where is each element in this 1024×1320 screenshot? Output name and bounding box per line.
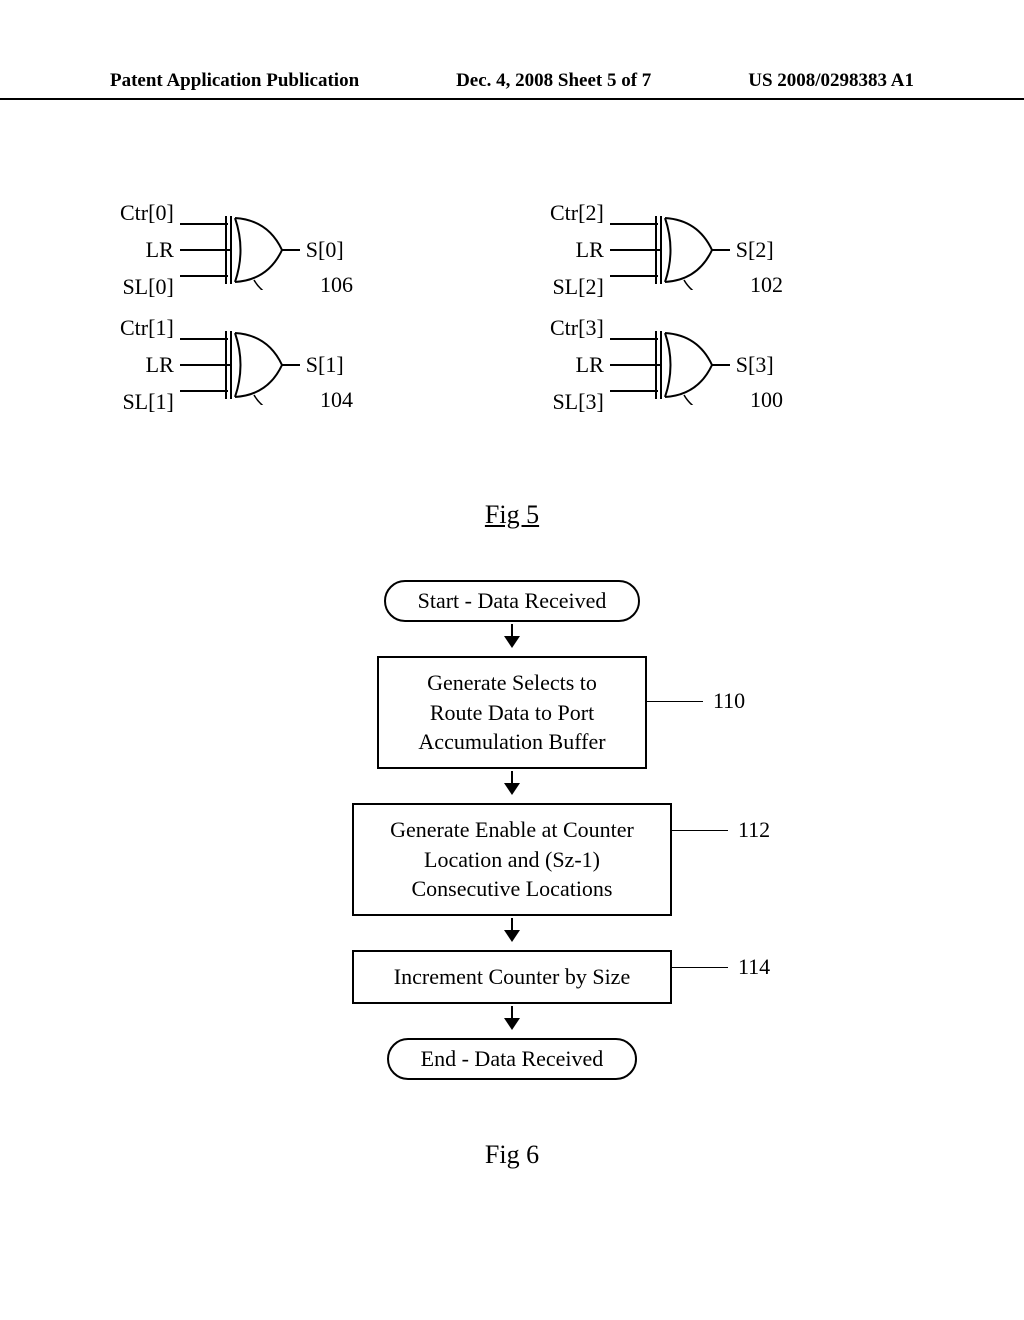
gate-3-out: S[3] [736,352,774,378]
step1-line3: Accumulation Buffer [418,729,605,754]
fig5-caption: Fig 5 [485,500,539,529]
gate-2-in1: Ctr[2] [550,200,604,226]
step1-line1: Generate Selects to [427,670,597,695]
gate-2-in2: LR [576,237,604,263]
flowchart-end: End - Data Received [387,1038,638,1080]
or-gate-icon [610,325,730,405]
step3-ref: 114 [738,954,770,980]
header-right: US 2008/0298383 A1 [748,70,914,92]
or-gate-icon [180,210,300,290]
gate-0-in1: Ctr[0] [120,200,174,226]
flowchart-step-1: Generate Selects to Route Data to Port A… [377,656,647,769]
gate-0-out: S[0] [306,237,344,263]
gate-3-in2: LR [576,352,604,378]
or-gate-icon [180,325,300,405]
gate-2: Ctr[2] LR SL[2] S[2] 102 [550,200,774,300]
step3-line1: Increment Counter by Size [394,964,630,989]
gate-0: Ctr[0] LR SL[0] S[0] 106 [120,200,344,300]
callout-line-icon [647,701,703,702]
figure-5: Ctr[0] LR SL[0] S[0] 106 [110,200,914,530]
flowchart-step-3: Increment Counter by Size [352,950,672,1004]
gate-3-in1: Ctr[3] [550,315,604,341]
step2-line3: Consecutive Locations [411,876,612,901]
step2-line2: Location and (Sz-1) [424,847,600,872]
gate-1-out: S[1] [306,352,344,378]
gate-1-ref: 104 [320,387,353,413]
arrow-down-icon [511,771,513,793]
gate-1-in1: Ctr[1] [120,315,174,341]
fig6-caption: Fig 6 [485,1140,539,1169]
figure-6: Start - Data Received Generate Selects t… [110,580,914,1170]
flowchart-start: Start - Data Received [384,580,641,622]
callout-line-icon [672,830,728,831]
gate-1-in3: SL[1] [122,389,173,415]
arrow-down-icon [511,624,513,646]
page-header: Patent Application Publication Dec. 4, 2… [0,70,1024,100]
gate-2-ref: 102 [750,272,783,298]
step2-line1: Generate Enable at Counter [390,817,634,842]
gate-3: Ctr[3] LR SL[3] S[3] 100 [550,315,774,415]
step1-ref: 110 [713,688,745,714]
or-gate-icon [610,210,730,290]
gate-0-in2: LR [146,237,174,263]
gate-1-in2: LR [146,352,174,378]
gate-3-ref: 100 [750,387,783,413]
end-label: End - Data Received [421,1046,604,1071]
arrow-down-icon [511,1006,513,1028]
header-center: Dec. 4, 2008 Sheet 5 of 7 [456,70,651,92]
callout-line-icon [672,967,728,968]
step1-line2: Route Data to Port [430,700,594,725]
arrow-down-icon [511,918,513,940]
step2-ref: 112 [738,817,770,843]
gate-1: Ctr[1] LR SL[1] S[1] 104 [120,315,344,415]
start-label: Start - Data Received [418,588,607,613]
gate-2-out: S[2] [736,237,774,263]
gate-2-in3: SL[2] [552,274,603,300]
flowchart-step-2: Generate Enable at Counter Location and … [352,803,672,916]
gate-3-in3: SL[3] [552,389,603,415]
gate-0-in3: SL[0] [122,274,173,300]
header-left: Patent Application Publication [110,70,359,92]
gate-0-ref: 106 [320,272,353,298]
